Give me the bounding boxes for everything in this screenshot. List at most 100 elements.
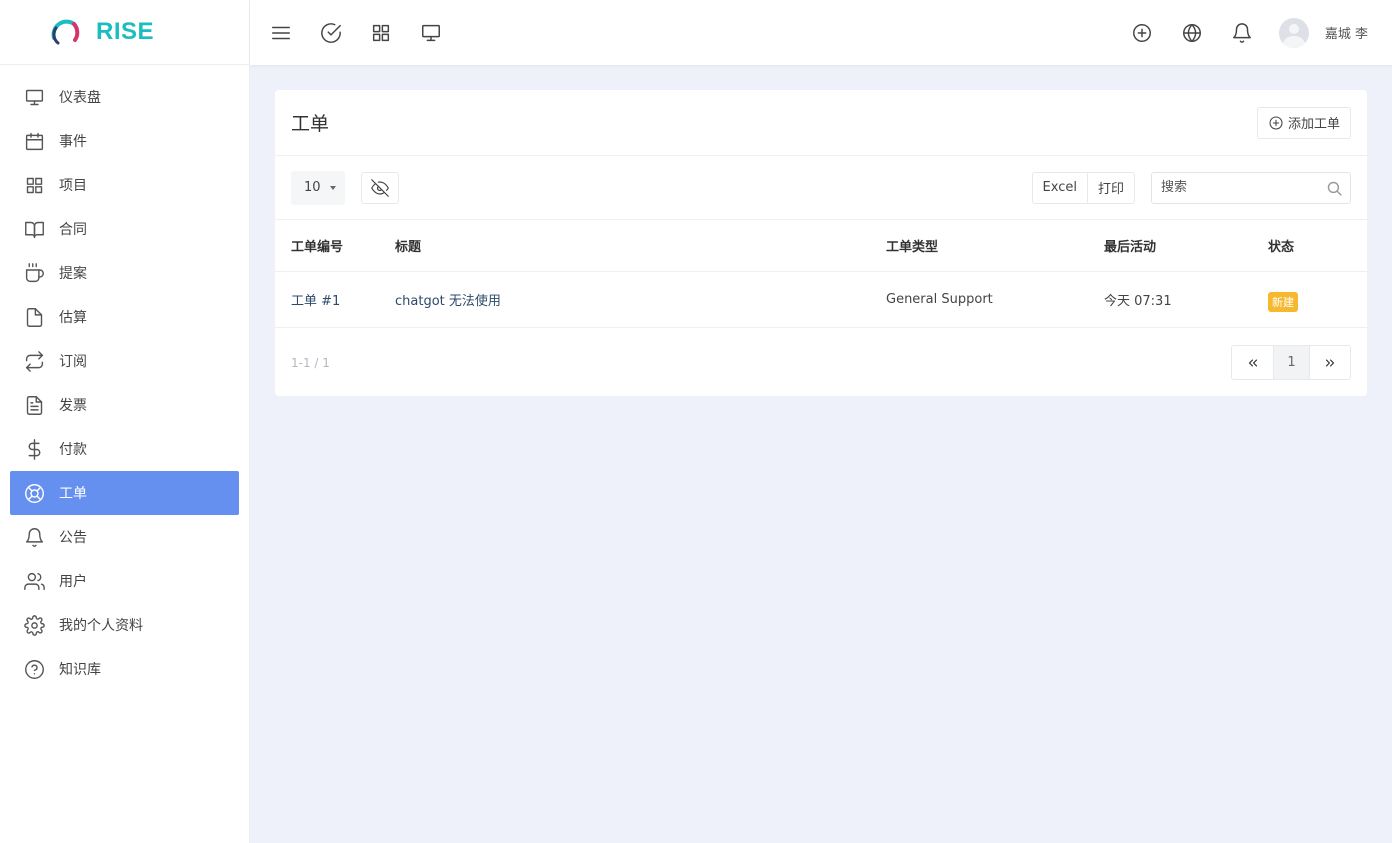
sidebar-item-label: 用户 <box>59 574 87 590</box>
cell-id: 工单 #1 <box>275 271 379 328</box>
tickets-table: 工单编号 标题 工单类型 最后活动 状态 工单 #1 chatgot 无法使用 … <box>275 220 1367 328</box>
search-icon <box>1327 181 1342 196</box>
life-buoy-icon <box>25 483 44 503</box>
sidebar-item-contracts[interactable]: 合同 <box>10 207 239 251</box>
cell-type: General Support <box>870 271 1088 328</box>
grid-icon <box>26 177 43 193</box>
next-page-button[interactable] <box>1309 346 1350 379</box>
cell-status: 新建 <box>1252 271 1367 328</box>
sidebar-item-tickets[interactable]: 工单 <box>10 471 239 515</box>
user-name: 嘉城 李 <box>1324 27 1368 42</box>
table-footer: 1-1 / 1 1 <box>275 328 1367 398</box>
rise-logo-icon <box>51 19 80 45</box>
topbar-left <box>250 22 470 44</box>
sidebar-item-subscriptions[interactable]: 订阅 <box>10 339 239 383</box>
column-header-last-activity[interactable]: 最后活动 <box>1088 220 1252 272</box>
sidebar-item-users[interactable]: 用户 <box>10 559 239 603</box>
avatar-body <box>1282 35 1305 48</box>
sidebar-item-invoices[interactable]: 发票 <box>10 383 239 427</box>
print-button[interactable]: 打印 <box>1086 172 1134 203</box>
sidebar-item-events[interactable]: 事件 <box>10 119 239 163</box>
eye-off-icon <box>371 178 389 197</box>
language-button[interactable] <box>1181 22 1203 44</box>
help-circle-icon <box>25 659 44 679</box>
sidebar-item-label: 订阅 <box>59 354 87 370</box>
sidebar-toggle-button[interactable] <box>270 22 292 44</box>
previous-page-button[interactable] <box>1232 346 1273 379</box>
sidebar-item-label: 公告 <box>59 530 87 546</box>
sidebar-item-payments[interactable]: 付款 <box>10 427 239 471</box>
users-icon <box>24 572 45 590</box>
monitor-icon <box>25 89 44 105</box>
tickets-card: 工单 添加工单 10 Excel 打印 工单编号 标题 工单类型 <box>275 90 1367 396</box>
sidebar-item-label: 发票 <box>59 398 87 414</box>
excel-button[interactable]: Excel <box>1033 173 1087 203</box>
search-input[interactable] <box>1152 172 1350 203</box>
plus-circle-icon <box>1269 115 1283 130</box>
dollar-icon <box>28 438 41 460</box>
column-header-title[interactable]: 标题 <box>379 220 870 272</box>
avatar-head <box>1288 23 1299 34</box>
column-header-status[interactable]: 状态 <box>1252 220 1367 272</box>
todo-button[interactable] <box>320 22 342 44</box>
add-ticket-button[interactable]: 添加工单 <box>1256 106 1351 139</box>
page-size-select[interactable]: 10 <box>291 170 345 205</box>
sidebar-item-label: 提案 <box>59 266 87 282</box>
ticket-id-link[interactable]: 工单 #1 <box>291 294 340 309</box>
sidebar-item-knowledge-base[interactable]: 知识库 <box>10 647 239 691</box>
page-button-current[interactable]: 1 <box>1273 346 1309 379</box>
sidebar-item-projects[interactable]: 项目 <box>10 163 239 207</box>
settings-icon <box>24 614 45 636</box>
book-icon <box>25 221 44 238</box>
sidebar-item-label: 知识库 <box>59 662 101 678</box>
coffee-icon <box>25 262 44 282</box>
card-header: 工单 添加工单 <box>275 90 1367 156</box>
sidebar-item-profile[interactable]: 我的个人资料 <box>10 603 239 647</box>
sidebar-item-proposals[interactable]: 提案 <box>10 251 239 295</box>
globe-icon <box>1182 23 1201 42</box>
grid-icon <box>372 24 390 41</box>
bell-icon <box>25 527 44 547</box>
pagination-summary: 1-1 / 1 <box>291 355 330 370</box>
column-visibility-button[interactable] <box>361 171 399 204</box>
notifications-button[interactable] <box>1231 22 1253 44</box>
file-text-icon <box>26 395 43 415</box>
table-row: 工单 #1 chatgot 无法使用 General Support 今天 07… <box>275 271 1367 328</box>
ticket-title-link[interactable]: chatgot 无法使用 <box>395 294 501 309</box>
avatar <box>1278 17 1309 48</box>
caret-down-icon <box>330 185 336 190</box>
column-header-id[interactable]: 工单编号 <box>275 220 379 272</box>
brand-name: RISE <box>96 18 155 45</box>
sidebar-item-estimates[interactable]: 估算 <box>10 295 239 339</box>
table-header-row: 工单编号 标题 工单类型 最后活动 状态 <box>275 220 1367 272</box>
sidebar-item-announcements[interactable]: 公告 <box>10 515 239 559</box>
topbar-right: 嘉城 李 <box>1103 17 1392 48</box>
sidebar-item-label: 我的个人资料 <box>59 618 143 634</box>
check-circle-icon <box>321 22 341 43</box>
file-icon <box>26 307 43 327</box>
page-title: 工单 <box>291 113 330 135</box>
search-box <box>1151 171 1351 204</box>
cell-title: chatgot 无法使用 <box>379 271 870 328</box>
sidebar-item-label: 付款 <box>59 442 87 458</box>
sidebar: RISE 仪表盘 事件 项目 合同 提案 估算 订阅 发票 付款 工单 公告 用… <box>0 0 250 843</box>
calendar-icon <box>25 132 44 150</box>
plus-circle-icon <box>1132 23 1151 42</box>
column-header-type[interactable]: 工单类型 <box>870 220 1088 272</box>
table-toolbar: 10 Excel 打印 <box>275 156 1367 220</box>
sidebar-item-label: 事件 <box>59 134 87 150</box>
monitor-icon <box>422 24 440 41</box>
dashboard-button[interactable] <box>420 22 442 44</box>
page-size-value: 10 <box>304 180 321 195</box>
brand[interactable]: RISE <box>0 0 249 65</box>
sidebar-item-label: 合同 <box>59 222 87 238</box>
sidebar-item-label: 工单 <box>59 486 87 502</box>
bell-icon <box>1232 22 1251 43</box>
sidebar-item-dashboard[interactable]: 仪表盘 <box>10 75 239 119</box>
quick-add-button[interactable] <box>1131 22 1153 44</box>
chevrons-left-icon <box>1248 359 1257 366</box>
sidebar-item-label: 项目 <box>59 178 87 194</box>
apps-button[interactable] <box>370 22 392 44</box>
sidebar-menu: 仪表盘 事件 项目 合同 提案 估算 订阅 发票 付款 工单 公告 用户 我的个… <box>0 65 249 691</box>
user-menu[interactable]: 嘉城 李 <box>1278 17 1368 48</box>
